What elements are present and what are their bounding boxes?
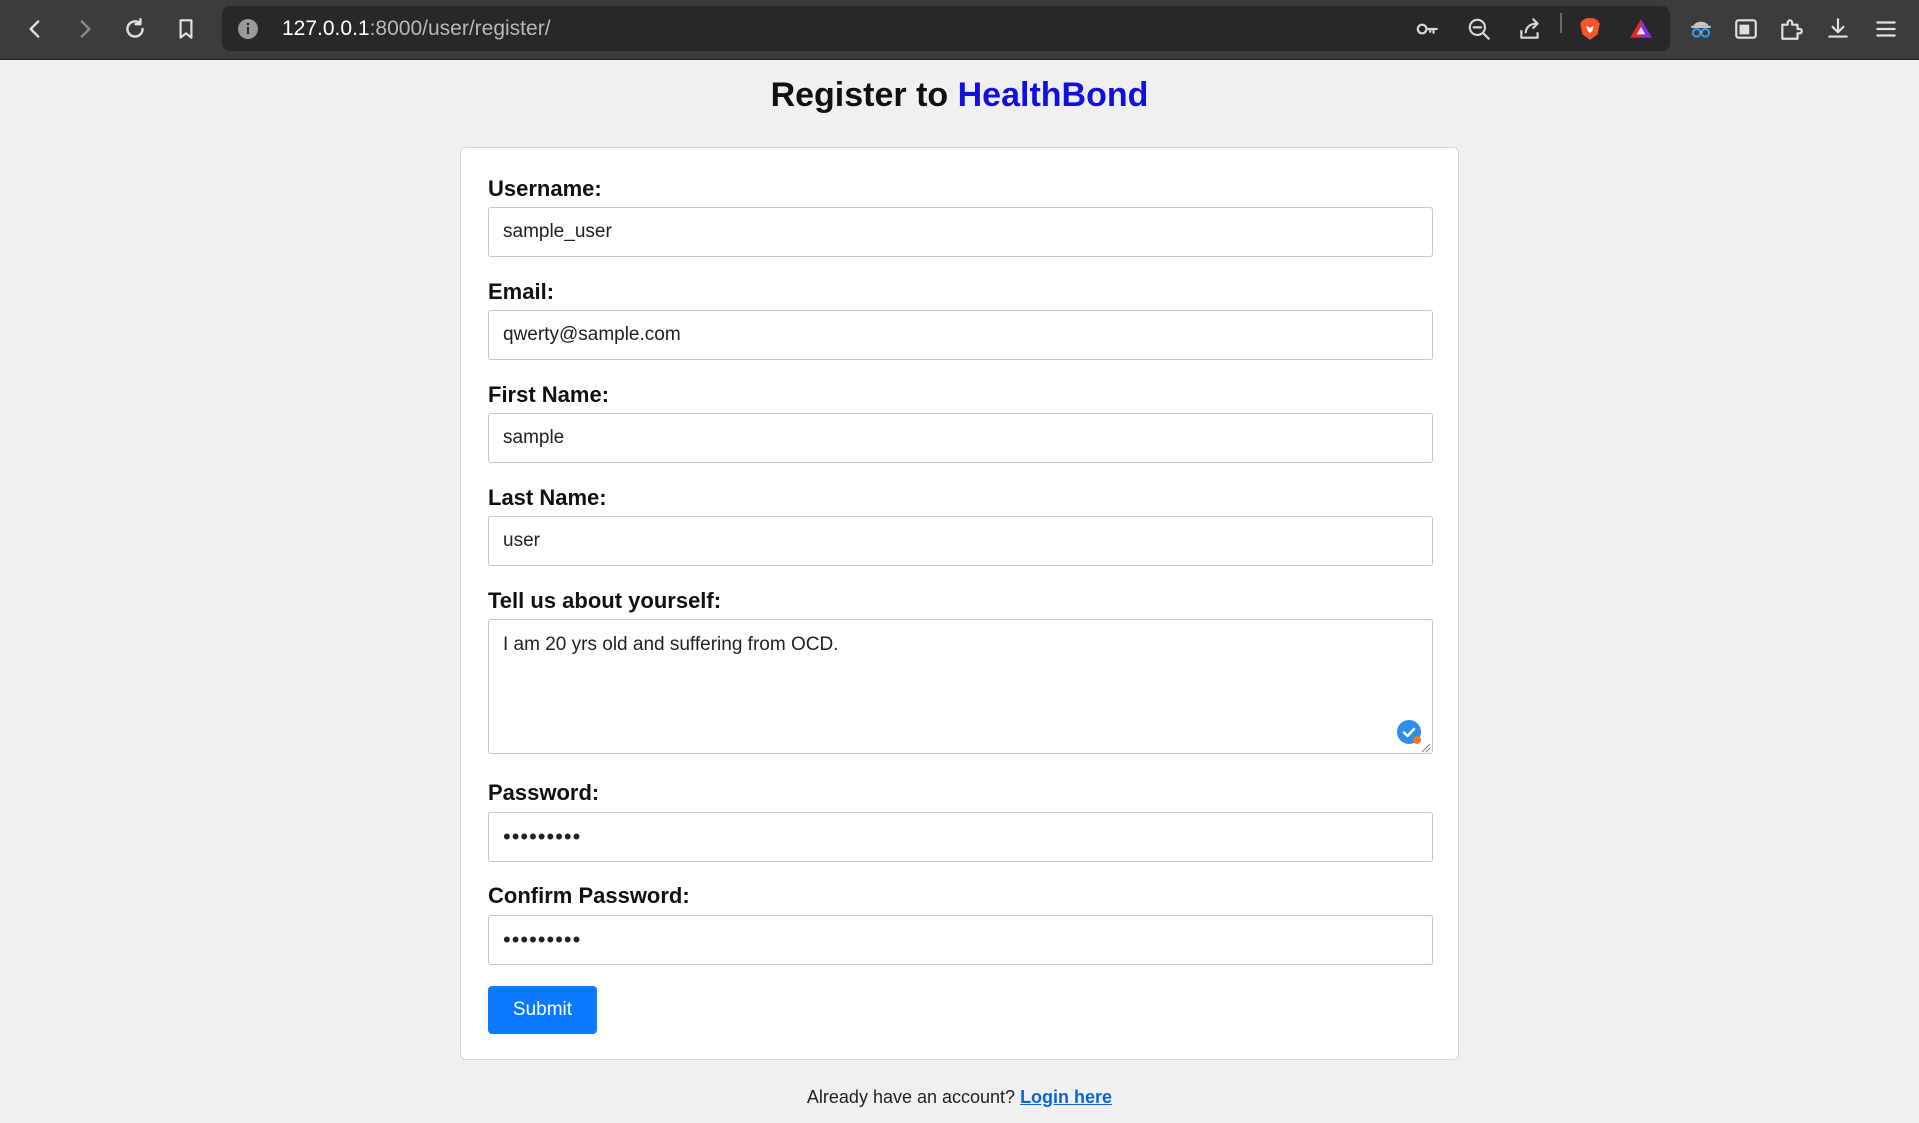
about-label: Tell us about yourself: xyxy=(488,588,722,613)
login-link[interactable]: Login here xyxy=(1020,1087,1112,1107)
password-key-button[interactable] xyxy=(1410,12,1444,46)
username-input[interactable] xyxy=(488,207,1433,257)
password-label: Password: xyxy=(488,780,600,805)
extensions-button[interactable] xyxy=(1772,10,1810,48)
confirm-password-label: Confirm Password: xyxy=(488,883,690,908)
brand-name: HealthBond xyxy=(957,76,1149,114)
main-menu-button[interactable] xyxy=(1867,10,1905,48)
puzzle-icon xyxy=(1781,19,1803,40)
spy-glasses-icon xyxy=(1691,21,1711,38)
submit-button[interactable]: Submit xyxy=(488,986,597,1034)
login-prompt: Already have an account? Login here xyxy=(0,1087,1919,1108)
back-button[interactable] xyxy=(14,8,56,50)
brave-rewards-button[interactable] xyxy=(1622,10,1660,48)
sidebar-button[interactable] xyxy=(1727,10,1765,48)
download-icon xyxy=(1828,18,1848,38)
url-path: :8000/user/register/ xyxy=(369,17,551,40)
bookmark-button[interactable] xyxy=(165,8,207,50)
key-icon xyxy=(1416,23,1438,35)
forward-button[interactable] xyxy=(64,8,106,50)
hamburger-menu-icon xyxy=(1876,21,1896,37)
rewards-triangle-icon xyxy=(1630,19,1652,38)
confirm-password-input[interactable] xyxy=(488,915,1433,965)
bookmark-icon xyxy=(179,19,193,39)
page-title: Register to HealthBond xyxy=(0,76,1919,115)
brave-lion-icon xyxy=(1580,18,1600,40)
url-text[interactable]: 127.0.0.1:8000/user/register/ xyxy=(282,6,551,51)
email-label: Email: xyxy=(488,279,555,304)
zoom-out-icon xyxy=(1468,18,1490,40)
toolbar-separator xyxy=(1560,13,1562,33)
first-name-label: First Name: xyxy=(488,382,610,407)
extension-spy-button[interactable] xyxy=(1682,10,1720,48)
brave-shields-button[interactable] xyxy=(1571,10,1609,48)
share-icon xyxy=(1520,18,1539,39)
last-name-label: Last Name: xyxy=(488,485,607,510)
about-textarea[interactable]: I am 20 yrs old and suffering from OCD. xyxy=(488,619,1433,754)
page-title-prefix: Register to xyxy=(770,76,958,114)
username-label: Username: xyxy=(488,176,602,201)
back-arrow-icon xyxy=(29,20,40,38)
sidebar-icon xyxy=(1735,19,1757,39)
share-button[interactable] xyxy=(1513,12,1547,46)
url-host: 127.0.0.1 xyxy=(282,17,370,40)
forward-arrow-icon xyxy=(80,20,91,38)
registration-form-card: Username: Email: First Name: Last Name: … xyxy=(460,147,1459,1060)
password-input[interactable] xyxy=(488,812,1433,862)
login-prompt-text: Already have an account? xyxy=(806,1087,1021,1107)
info-icon[interactable] xyxy=(236,17,260,41)
reload-icon xyxy=(126,18,144,38)
address-bar[interactable]: 127.0.0.1:8000/user/register/ xyxy=(222,6,1670,51)
downloads-button[interactable] xyxy=(1819,10,1857,48)
browser-toolbar: 127.0.0.1:8000/user/register/ xyxy=(0,0,1919,60)
reload-button[interactable] xyxy=(114,8,156,50)
last-name-input[interactable] xyxy=(488,516,1433,566)
first-name-input[interactable] xyxy=(488,413,1433,463)
zoom-button[interactable] xyxy=(1462,12,1496,46)
email-input[interactable] xyxy=(488,310,1433,360)
resize-grip-icon[interactable] xyxy=(1419,741,1431,753)
